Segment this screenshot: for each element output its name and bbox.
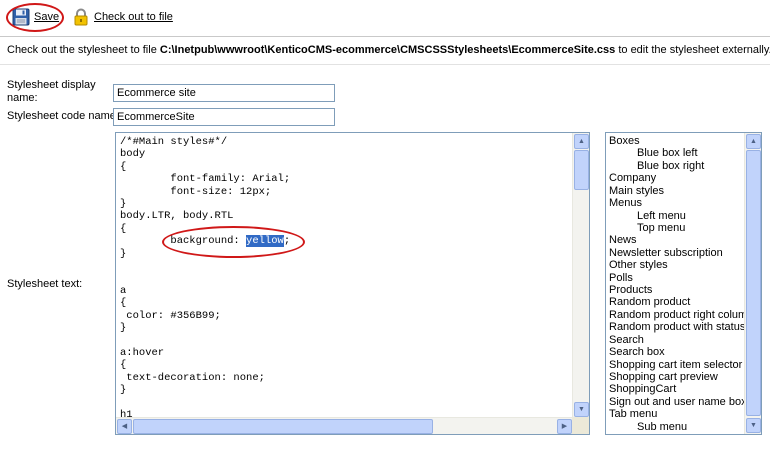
list-vertical-scrollbar[interactable]: ▲ ▼ (744, 133, 761, 434)
floppy-disk-icon (12, 8, 30, 26)
info-prefix: Check out the stylesheet to file (7, 44, 160, 56)
scroll-right-arrow-icon[interactable]: ▶ (557, 419, 572, 434)
style-sections-list: Boxes Blue box left Blue box right Company M… (606, 133, 745, 434)
code-name-input[interactable] (113, 108, 335, 126)
info-separator (0, 64, 770, 65)
list-item[interactable]: Top menu (606, 222, 745, 234)
list-item[interactable]: Search box (606, 346, 745, 358)
list-item[interactable]: Company (606, 172, 745, 184)
editor-horizontal-scrollbar[interactable]: ◀ ▶ (116, 417, 573, 434)
list-item[interactable]: Random product with status (606, 321, 745, 333)
code-name-label: Stylesheet code name: (7, 110, 119, 122)
code-before: /*#Main styles#*/ body { font-family: Ar… (120, 136, 291, 248)
list-item[interactable]: Shopping cart preview (606, 371, 745, 383)
check-out-label: Check out to file (94, 11, 173, 23)
list-item[interactable]: Polls (606, 272, 745, 284)
list-item[interactable]: ShoppingCart (606, 383, 745, 395)
list-item[interactable]: Left menu (606, 210, 745, 222)
list-item[interactable]: News (606, 234, 745, 246)
list-item[interactable]: Shopping cart item selector (606, 359, 745, 371)
stylesheet-text-editor[interactable]: /*#Main styles#*/ body { font-family: Ar… (115, 132, 590, 435)
list-item[interactable]: Main styles (606, 185, 745, 197)
toolbar: Save Check out to file (0, 0, 770, 36)
save-label: Save (34, 11, 60, 23)
scroll-left-arrow-icon[interactable]: ◀ (117, 419, 132, 434)
list-item[interactable]: Sub menu (606, 421, 745, 433)
list-item[interactable]: Tab menu (606, 408, 745, 420)
scroll-up-arrow-icon[interactable]: ▲ (574, 134, 589, 149)
list-vscroll-thumb[interactable] (746, 150, 761, 416)
editor-vscroll-thumb[interactable] (574, 150, 589, 190)
list-scroll-up-arrow-icon[interactable]: ▲ (746, 134, 761, 149)
list-item[interactable]: Random product right column (606, 309, 745, 321)
list-item[interactable]: Blue box right (606, 160, 745, 172)
padlock-icon (72, 8, 90, 26)
checkout-info-text: Check out the stylesheet to file C:\Inet… (7, 44, 770, 56)
code-area[interactable]: /*#Main styles#*/ body { font-family: Ar… (116, 133, 573, 418)
list-item[interactable]: Search (606, 334, 745, 346)
list-item[interactable]: Boxes (606, 135, 745, 147)
toolbar-separator (0, 36, 770, 37)
list-item[interactable]: Newsletter subscription (606, 247, 745, 259)
display-name-label: Stylesheet display name: (7, 79, 96, 104)
check-out-to-file-button[interactable]: Check out to file (72, 8, 173, 26)
list-item[interactable]: Sign out and user name box (606, 396, 745, 408)
stylesheet-text-label: Stylesheet text: (7, 278, 83, 290)
scroll-down-arrow-icon[interactable]: ▼ (574, 402, 589, 417)
list-scroll-down-arrow-icon[interactable]: ▼ (746, 418, 761, 433)
style-sections-listbox[interactable]: Boxes Blue box left Blue box right Company M… (605, 132, 762, 435)
save-button[interactable]: Save (12, 8, 59, 26)
list-item[interactable]: Products (606, 284, 745, 296)
list-item[interactable]: Other styles (606, 259, 745, 271)
list-item[interactable]: Blue box left (606, 147, 745, 159)
display-name-input[interactable] (113, 84, 335, 102)
editor-vertical-scrollbar[interactable]: ▲ ▼ (572, 133, 589, 418)
code-after: ; } a { color: #356B99; } a:hover { text… (120, 235, 291, 418)
info-file-path: C:\Inetpub\wwwroot\KenticoCMS-ecommerce\… (159, 44, 616, 56)
editor-hscroll-thumb[interactable] (133, 419, 433, 434)
info-suffix: to edit the stylesheet externally. (615, 44, 770, 56)
scrollbar-corner (572, 417, 589, 434)
list-item[interactable]: Menus (606, 197, 745, 209)
code-selection: yellow (246, 235, 284, 248)
list-item[interactable]: Random product (606, 296, 745, 308)
